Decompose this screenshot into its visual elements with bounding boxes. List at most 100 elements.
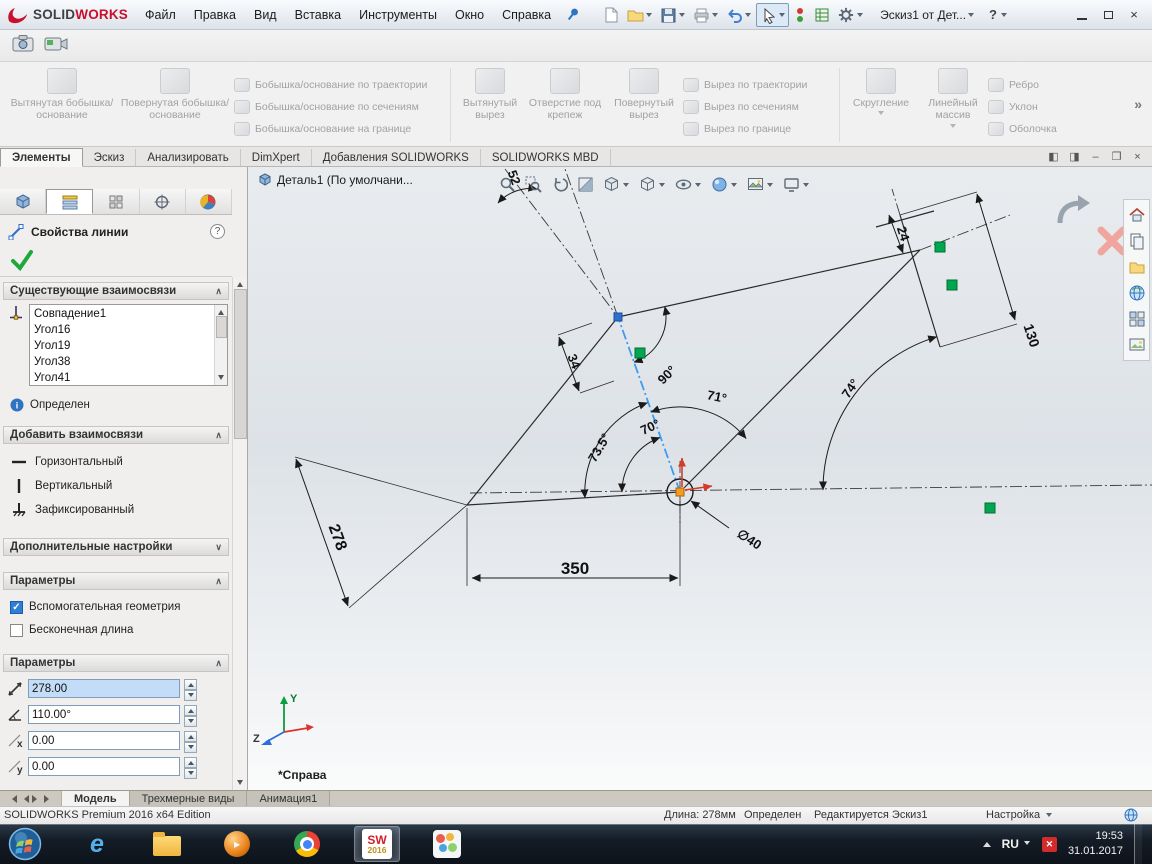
custom-menu-button[interactable]: Настройка — [986, 809, 1053, 821]
tab-sw-addins[interactable]: Добавления SOLIDWORKS — [312, 149, 481, 166]
swept-cut-button[interactable]: Вырез по траектории — [683, 74, 835, 96]
scrollbar-thumb[interactable] — [215, 316, 227, 338]
scene-button[interactable] — [746, 175, 775, 194]
appearance-button[interactable] — [710, 175, 739, 194]
accept-button[interactable] — [10, 249, 34, 274]
zoom-area-button[interactable] — [524, 175, 543, 194]
record-video-button[interactable] — [44, 34, 68, 57]
animation-tab[interactable]: Анимация1 — [247, 791, 331, 806]
task-scheduler-button[interactable] — [811, 4, 833, 26]
sketch-canvas[interactable]: 350 278 34 52 24 130 90° 71° 70° 73.5° 7… — [248, 167, 1152, 790]
tab-dimxpert[interactable]: DimXpert — [241, 149, 312, 166]
new-document-button[interactable] — [600, 4, 622, 26]
save-button[interactable] — [657, 4, 688, 26]
appearances-scenes-button[interactable] — [1126, 334, 1148, 356]
file-explorer-button[interactable] — [1126, 282, 1148, 304]
boundary-boss-button[interactable]: Бобышка/основание на границе — [234, 118, 446, 140]
pin-menu-button[interactable] — [566, 7, 580, 22]
length-field[interactable] — [28, 679, 180, 698]
linear-pattern-dropdown-caret[interactable] — [950, 123, 956, 131]
list-item[interactable]: Угол41 — [30, 370, 213, 385]
design-library-button[interactable] — [1126, 256, 1148, 278]
relation-badges[interactable] — [634, 241, 996, 514]
list-item[interactable]: Угол19 — [30, 338, 213, 354]
pane-left-button[interactable]: ◧ — [1045, 149, 1062, 164]
taskbar-media-player[interactable]: ▸ — [214, 826, 260, 862]
taskbar-paint[interactable] — [424, 826, 470, 862]
angle-field[interactable] — [28, 705, 180, 724]
shell-button[interactable]: Оболочка — [988, 118, 1076, 140]
help-dropdown-caret[interactable] — [1000, 13, 1007, 20]
section-view-button[interactable] — [576, 175, 595, 194]
tab-scroll-buttons[interactable] — [0, 791, 62, 806]
view-settings-button[interactable] — [782, 175, 811, 194]
pm-tab-configurationmanager[interactable] — [93, 189, 140, 214]
section-existing-relations[interactable]: Существующие взаимосвязи ∧ — [3, 282, 229, 300]
x-spinner[interactable] — [184, 731, 197, 753]
extruded-boss-button[interactable]: Вытянутая бобышка/основание — [8, 66, 116, 122]
ribbon-expand-button[interactable]: » — [1134, 66, 1152, 112]
feature-tree-item[interactable]: Деталь1 (По умолчани... — [258, 173, 413, 187]
pm-tab-dimxpertmanager[interactable] — [140, 189, 186, 214]
tab-features[interactable]: Элементы — [0, 148, 83, 167]
relation-horizontal-button[interactable]: Горизонтальный — [10, 450, 232, 474]
pm-tab-displaymanager[interactable] — [186, 189, 233, 214]
close-button[interactable]: × — [1122, 5, 1146, 25]
exit-sketch-button[interactable] — [1054, 193, 1094, 230]
print-button[interactable] — [690, 4, 721, 26]
rib-button[interactable]: Ребро — [988, 74, 1076, 96]
dimension-lines[interactable] — [295, 183, 1017, 607]
graphics-area[interactable]: 350 278 34 52 24 130 90° 71° 70° 73.5° 7… — [248, 167, 1152, 790]
fillet-button[interactable]: Скругление — [844, 66, 918, 118]
doc-minimize-button[interactable]: – — [1087, 149, 1104, 164]
y-spinner[interactable] — [184, 757, 197, 779]
angle-spinner[interactable] — [184, 705, 197, 727]
menu-file[interactable]: Файл — [136, 3, 185, 27]
dimension-labels[interactable]: 350 278 34 52 24 130 90° 71° 70° 73.5° 7… — [325, 168, 1043, 578]
list-item[interactable]: Угол38 — [30, 354, 213, 370]
section-options[interactable]: Параметры ∧ — [3, 572, 229, 590]
lofted-boss-button[interactable]: Бобышка/основание по сечениям — [234, 96, 446, 118]
scrollbar-thumb[interactable] — [233, 289, 247, 439]
model-tab[interactable]: Модель — [62, 791, 130, 806]
pane-right-button[interactable]: ◨ — [1066, 149, 1083, 164]
checkbox-construction-geometry[interactable]: ✓ Вспомогательная геометрия — [10, 597, 232, 617]
x-coordinate-field[interactable] — [28, 731, 180, 750]
relation-fixed-button[interactable]: Зафиксированный — [10, 498, 232, 522]
language-indicator[interactable]: RU — [1002, 837, 1031, 851]
selected-vertex[interactable] — [613, 312, 623, 322]
checkbox-infinite-length[interactable]: Бесконечная длина — [10, 620, 232, 640]
linear-pattern-button[interactable]: Линейный массив — [918, 66, 988, 131]
taskbar-internet-explorer[interactable]: e — [74, 826, 120, 862]
screen-capture-button[interactable] — [12, 34, 34, 57]
undo-button[interactable] — [723, 4, 754, 26]
open-button[interactable] — [624, 4, 655, 26]
zoom-fit-button[interactable] — [498, 175, 517, 194]
display-style-button[interactable] — [638, 175, 667, 194]
hide-show-button[interactable] — [674, 175, 703, 194]
resources-button[interactable] — [1126, 230, 1148, 252]
minimize-button[interactable] — [1070, 5, 1094, 25]
origin-vertex[interactable] — [675, 487, 685, 497]
taskbar-clock[interactable]: 19:53 31.01.2017 — [1068, 829, 1123, 859]
taskbar-solidworks[interactable]: SW 2016 — [354, 826, 400, 862]
list-item[interactable]: Угол16 — [30, 322, 213, 338]
tray-alert-icon[interactable]: ✕ — [1041, 836, 1057, 852]
revolved-boss-button[interactable]: Повернутая бобышка/основание — [116, 66, 234, 122]
tab-evaluate[interactable]: Анализировать — [136, 149, 241, 166]
menu-help[interactable]: Справка — [493, 3, 560, 27]
home-button[interactable] — [1126, 204, 1148, 226]
construction-lines[interactable] — [469, 168, 1152, 523]
boundary-cut-button[interactable]: Вырез по границе — [683, 118, 835, 140]
hidden-icons-button[interactable] — [982, 838, 991, 847]
pm-tab-featuremanager[interactable] — [0, 189, 47, 214]
listbox-scrollbar[interactable] — [214, 305, 227, 385]
revolved-cut-button[interactable]: Повернутый вырез — [605, 66, 683, 122]
selection-filter-button[interactable] — [791, 4, 809, 26]
pm-tab-propertymanager[interactable] — [46, 189, 94, 214]
restore-button[interactable] — [1096, 5, 1120, 25]
list-item[interactable]: Совпадение1 — [30, 306, 213, 322]
options-button[interactable] — [835, 4, 866, 26]
fillet-dropdown-caret[interactable] — [878, 111, 884, 118]
draft-button[interactable]: Уклон — [988, 96, 1076, 118]
